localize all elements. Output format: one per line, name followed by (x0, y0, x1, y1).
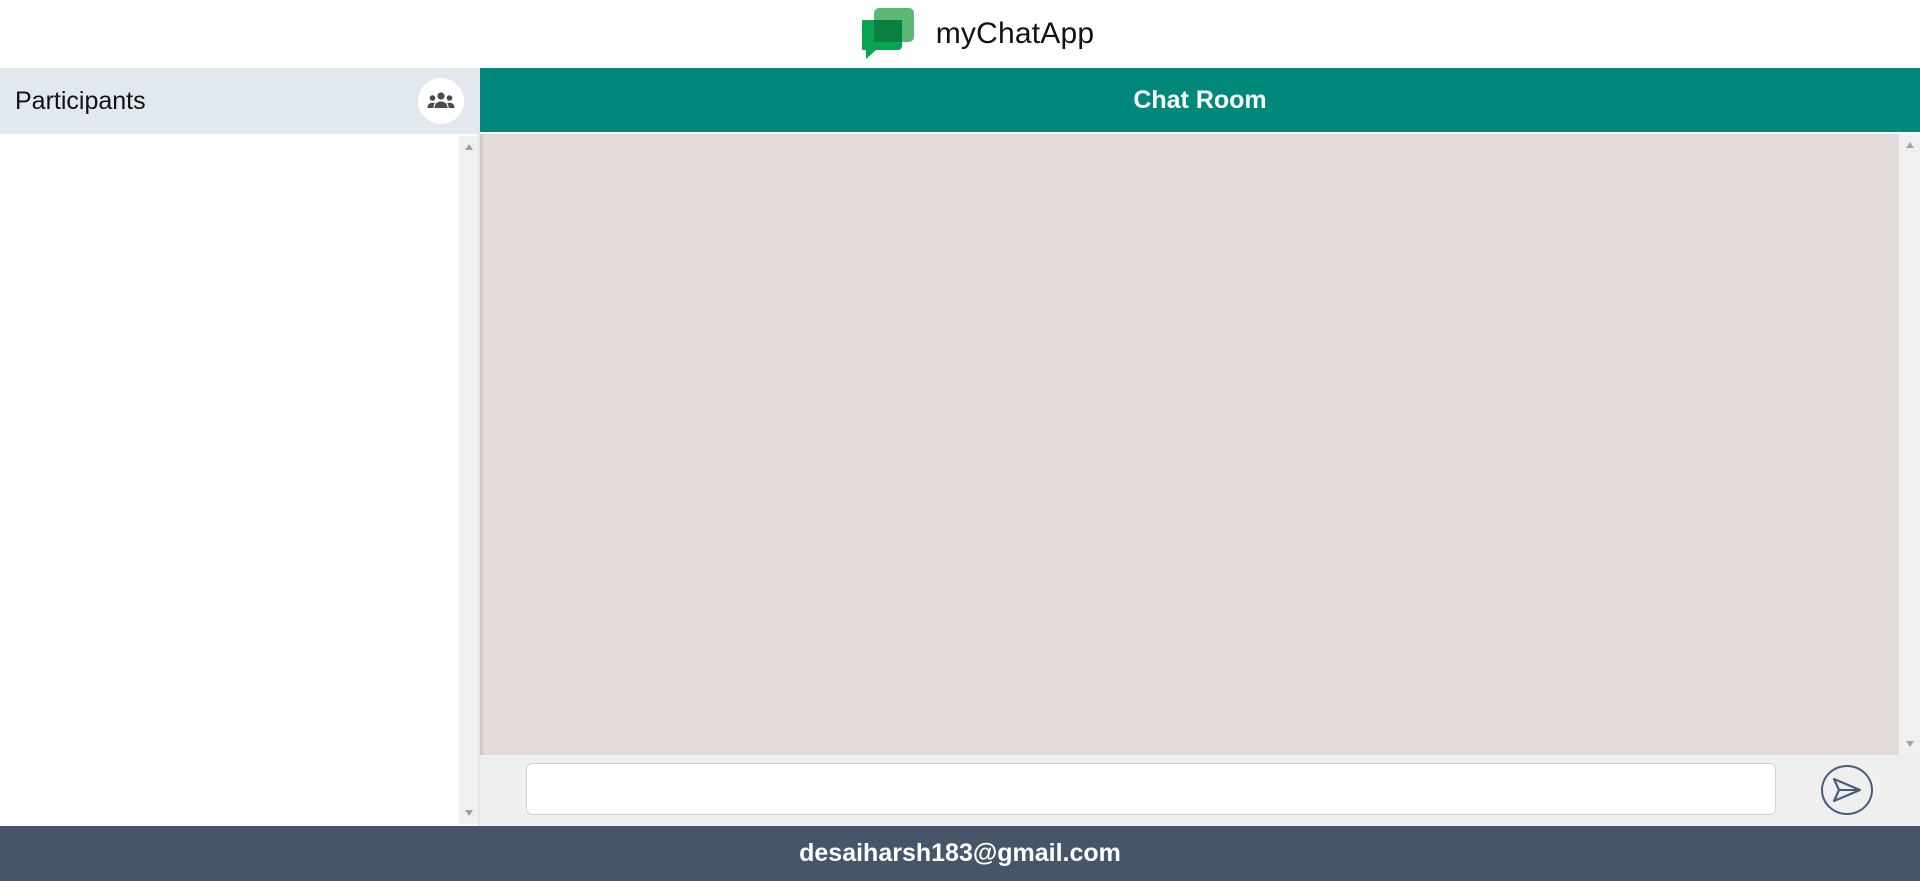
participants-list (3, 136, 459, 824)
send-icon (1832, 777, 1862, 803)
group-icon (427, 92, 455, 108)
user-email: desaiharsh183@gmail.com (799, 839, 1121, 867)
scroll-down-arrow-icon[interactable] (464, 810, 473, 816)
participants-title: Participants (15, 86, 146, 115)
participants-scrollbar[interactable] (459, 136, 478, 824)
chat-title: Chat Room (1133, 85, 1267, 114)
message-composer (480, 755, 1920, 826)
scroll-up-arrow-icon[interactable] (1905, 142, 1914, 148)
participants-panel: Participants (0, 68, 478, 826)
footer: desaiharsh183@gmail.com (0, 826, 1920, 881)
scroll-down-arrow-icon[interactable] (1905, 741, 1914, 747)
scroll-up-arrow-icon[interactable] (464, 144, 473, 150)
chat-panel: Chat Room (480, 68, 1920, 826)
chat-header: Chat Room (480, 68, 1920, 132)
brand: myChatApp (861, 6, 1095, 62)
message-area (480, 134, 1899, 755)
chat-bubbles-logo-icon (861, 8, 914, 59)
app-header: myChatApp (0, 0, 1920, 68)
send-button[interactable] (1821, 765, 1873, 815)
chat-scrollbar[interactable] (1899, 134, 1920, 755)
app-title: myChatApp (935, 17, 1095, 50)
message-input[interactable] (526, 763, 1776, 815)
participants-header: Participants (0, 68, 478, 134)
group-button[interactable] (418, 78, 464, 124)
